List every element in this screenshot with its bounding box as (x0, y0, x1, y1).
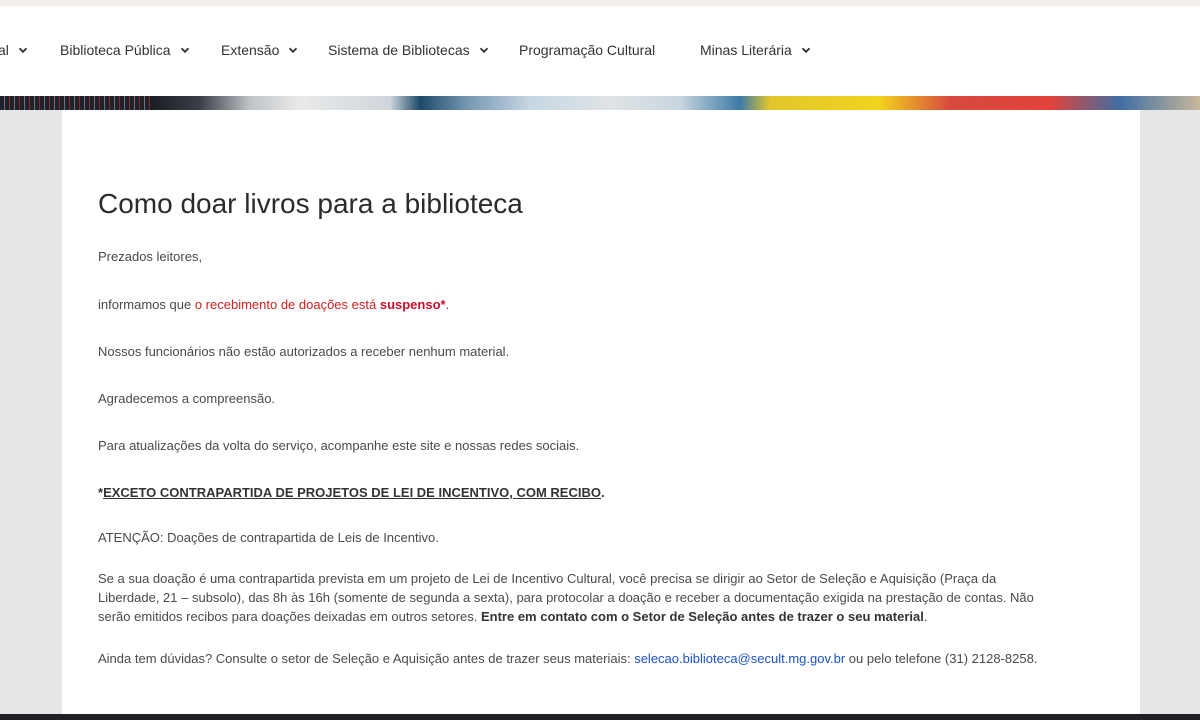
nav-item-label: Biblioteca Pública (60, 42, 171, 58)
page-title: Como doar livros para a biblioteca (98, 188, 523, 219)
incentive-contact-bold: Entre em contato com o Setor de Seleção … (480, 609, 924, 624)
nav-item-label: Sistema de Bibliotecas (328, 42, 470, 58)
notice-suffix: . (445, 297, 450, 312)
main-navigation: al Biblioteca Pública Extensão Sistema d… (0, 6, 1200, 96)
nav-item-programacao-cultural[interactable]: Programação Cultural (519, 42, 655, 58)
nav-item-partial[interactable]: al (0, 42, 28, 58)
incentive-line-3-end: . (923, 609, 928, 624)
nav-item-label: Programação Cultural (519, 42, 656, 58)
chevron-down-icon (288, 45, 298, 55)
chevron-down-icon (801, 45, 811, 55)
updates-text: Para atualizações da volta do serviço, a… (98, 438, 580, 453)
incentive-paragraph: Se a sua doação é uma contrapartida prev… (98, 569, 1098, 626)
article-content: Como doar livros para a biblioteca Preza… (62, 110, 1140, 714)
chevron-down-icon (18, 45, 28, 55)
thanks-text: Agradecemos a compreensão. (98, 391, 276, 406)
exception-note: *EXCETO CONTRAPARTIDA DE PROJETOS DE LEI… (98, 483, 605, 502)
chevron-down-icon (479, 45, 489, 55)
nav-item-extensao[interactable]: Extensão (221, 42, 298, 58)
bottom-bar (0, 714, 1200, 720)
contact-suffix: ou pelo telefone (31) 2128-8258. (845, 651, 1038, 666)
incentive-line-3-text: serão emitidos recibos para doações deix… (98, 609, 481, 624)
contact-paragraph: Ainda tem dúvidas? Consulte o setor de S… (98, 649, 1037, 668)
incentive-line-1: Se a sua doação é uma contrapartida prev… (98, 571, 997, 586)
contact-email-link[interactable]: selecao.biblioteca@secult.mg.gov.br (634, 651, 845, 666)
exception-text: EXCETO CONTRAPARTIDA DE PROJETOS DE LEI … (103, 485, 601, 500)
attention-heading: ATENÇÃO: Doações de contrapartida de Lei… (98, 530, 439, 545)
suspension-notice: informamos que o recebimento de doações … (98, 295, 449, 314)
chevron-down-icon (180, 45, 190, 55)
nav-item-label: al (0, 42, 9, 58)
header-banner-image (0, 96, 1200, 110)
nav-item-label: Extensão (221, 42, 280, 58)
incentive-line-2: Liberdade, 21 – subsolo), das 8h às 16h … (98, 590, 1034, 605)
header-banner-books (0, 96, 150, 110)
nav-item-minas-literaria[interactable]: Minas Literária (700, 42, 811, 58)
nav-item-biblioteca-publica[interactable]: Biblioteca Pública (60, 42, 190, 58)
contact-prefix: Ainda tem dúvidas? Consulte o setor de S… (98, 651, 635, 666)
greeting: Prezados leitores, (98, 249, 203, 264)
nav-item-sistema-de-bibliotecas[interactable]: Sistema de Bibliotecas (328, 42, 489, 58)
notice-prefix: informamos que (98, 297, 195, 312)
nav-item-label: Minas Literária (700, 42, 792, 58)
incentive-line-3: serão emitidos recibos para doações deix… (98, 607, 1098, 626)
staff-notice: Nossos funcionários não estão autorizado… (98, 344, 510, 359)
notice-suspended: suspenso* (379, 297, 446, 312)
notice-red-text: o recebimento de doações está (194, 297, 380, 312)
exception-end: . (600, 485, 605, 500)
